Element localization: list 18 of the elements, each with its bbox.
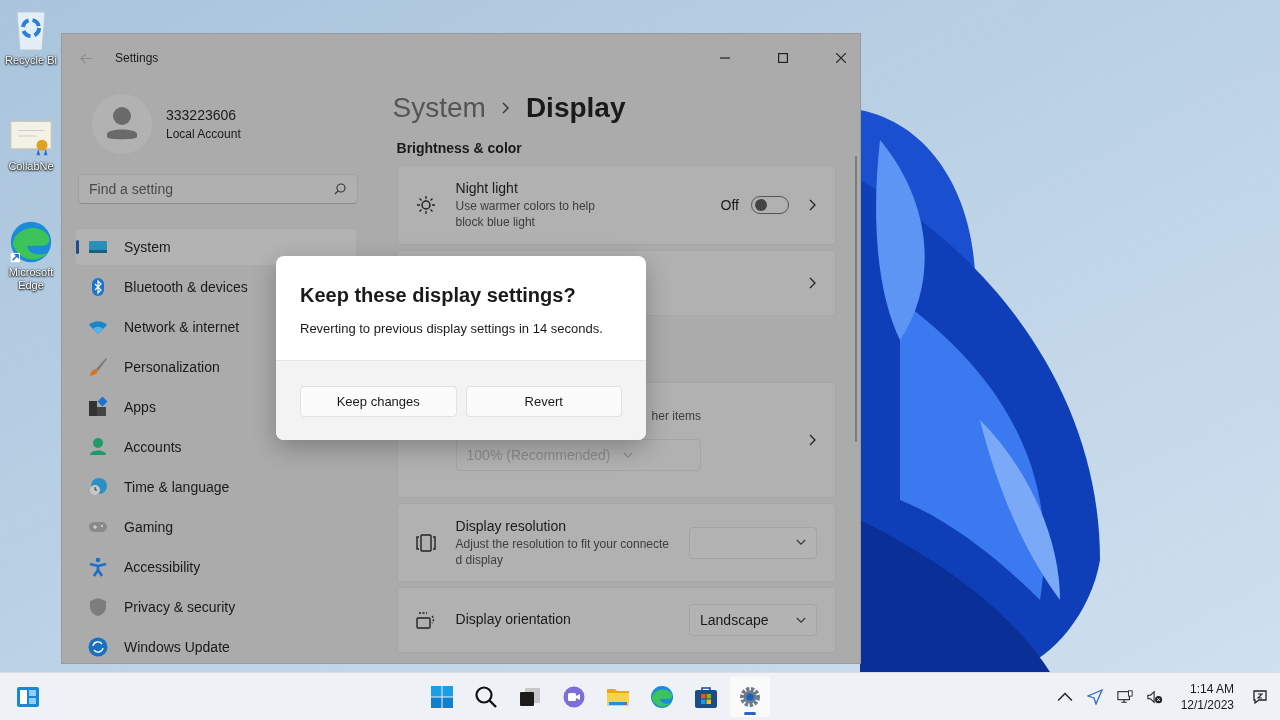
window-title: Settings [115, 51, 159, 65]
clock-time: 1:14 AM [1190, 680, 1234, 697]
account-type: Local Account [166, 127, 241, 141]
setting-title: Display orientation [455, 611, 572, 627]
setting-description: Use warmer colors to help [455, 198, 596, 214]
dialog-message: Reverting to previous display settings in 14 seconds. [300, 321, 604, 336]
setting-description: d display [455, 551, 504, 568]
setting-description: block blue light [455, 214, 536, 230]
setting-title: Night light [455, 180, 519, 196]
account-name: 333223606 [166, 107, 238, 123]
page-title: Display [525, 92, 626, 124]
section-heading: Brightness & color [396, 140, 523, 156]
setting-description: her items [651, 409, 701, 423]
toggle-state-label: Off [720, 197, 739, 213]
dialog-title: Keep these display settings? [300, 284, 577, 307]
setting-title: Display resolution [455, 517, 568, 534]
clock-date: 12/1/2023 [1180, 696, 1234, 713]
setting-description: Adjust the resolution to fit your connecte [455, 535, 669, 552]
